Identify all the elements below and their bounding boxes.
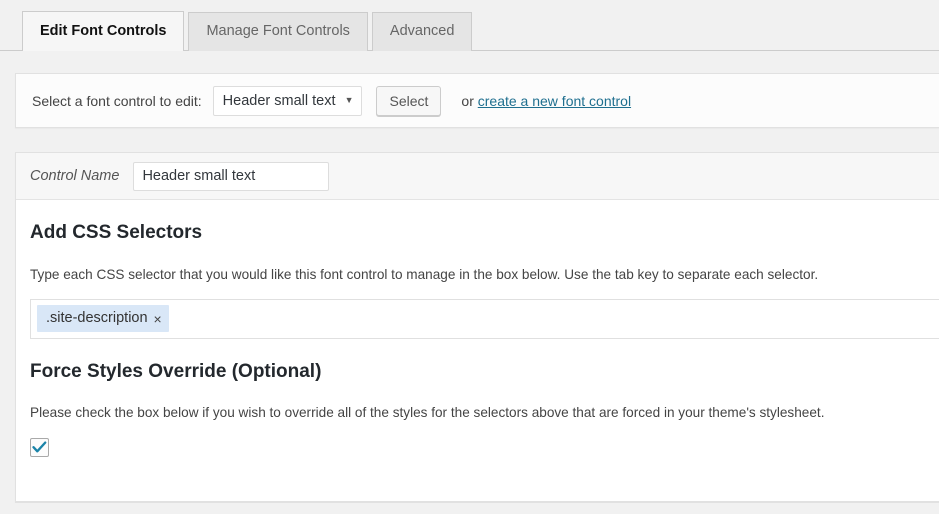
page-bottom-strip [15,502,939,514]
chevron-down-icon: ▼ [344,95,354,105]
control-name-row: Control Name [16,153,939,200]
tab-advanced[interactable]: Advanced [371,12,473,51]
force-styles-override-description: Please check the box below if you wish t… [30,405,825,421]
force-override-checkbox[interactable] [30,438,49,458]
control-name-label: Control Name [30,168,120,184]
panel-bottom-spacer [16,459,939,501]
css-selectors-tag-input[interactable]: .site-description × [30,298,939,339]
remove-tag-icon[interactable]: × [154,312,162,326]
add-css-selectors-description: Type each CSS selector that you would li… [30,266,819,282]
font-control-editor-panel: Control Name Add CSS Selectors Type each… [15,152,939,503]
or-label: or [461,92,474,109]
tab-label: Manage Font Controls [206,23,350,39]
force-styles-override-heading: Force Styles Override (Optional) [30,360,322,382]
tab-edit-font-controls[interactable]: Edit Font Controls [22,11,185,51]
tab-label: Edit Font Controls [40,23,167,39]
add-css-selectors-section: Add CSS Selectors Type each CSS selector… [16,221,939,339]
selector-tag[interactable]: .site-description × [37,305,169,333]
font-control-dropdown-value: Header small text [222,92,336,109]
select-font-control-label: Select a font control to edit: [32,92,202,109]
force-override-checkbox-wrap [30,438,939,459]
tab-bar: Edit Font Controls Manage Font Controls … [0,0,939,51]
select-button[interactable]: Select [376,85,442,116]
checkmark-icon [32,441,47,453]
tab-label: Advanced [389,23,455,39]
create-control-hint: or create a new font control [461,93,631,109]
selector-tag-label: .site-description [46,310,148,327]
force-styles-override-section: Force Styles Override (Optional) Please … [16,360,939,460]
control-name-input[interactable] [133,161,330,191]
create-new-font-control-link[interactable]: create a new font control [478,93,631,109]
add-css-selectors-heading: Add CSS Selectors [30,222,203,243]
tab-manage-font-controls[interactable]: Manage Font Controls [188,12,368,51]
font-control-dropdown[interactable]: Header small text ▼ [212,85,363,116]
font-control-selector-panel: Select a font control to edit: Header sm… [15,73,939,128]
